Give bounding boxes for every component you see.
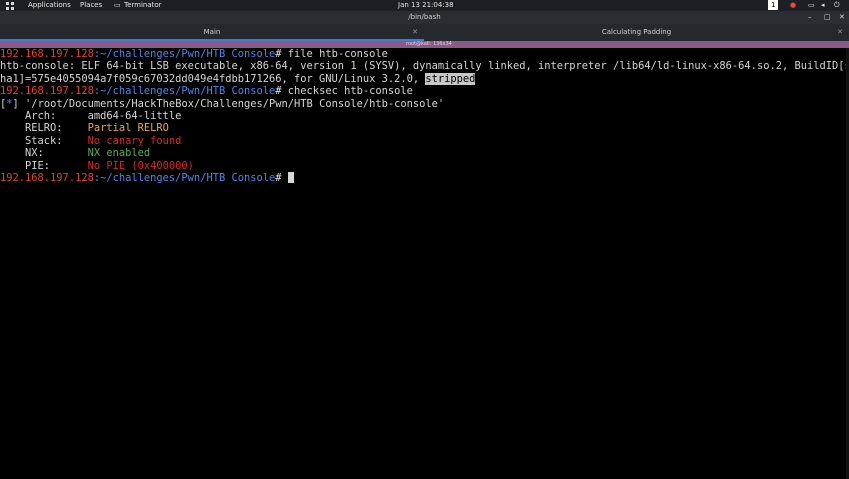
prompt-host: 192.168.197.128 xyxy=(0,48,94,60)
terminal-line: 192.168.197.128:~/challenges/Pwn/HTB Con… xyxy=(0,48,849,60)
tab-bar: Main ✕ Calculating Padding ✕ xyxy=(0,24,849,41)
terminal-app-menu[interactable]: Terminator xyxy=(124,1,162,10)
terminal-line: RELRO: Partial RELRO xyxy=(0,122,849,134)
terminal-line: 192.168.197.128:~/challenges/Pwn/HTB Con… xyxy=(0,85,849,97)
terminal-size-label: root@kali: 136x34 xyxy=(406,41,452,47)
tab-calculating-padding[interactable]: Calculating Padding ✕ xyxy=(424,24,849,41)
output-text: ha1]=575e4055094a7f059c67032dd049e4fdbb1… xyxy=(0,72,426,85)
pie-key: PIE: xyxy=(0,159,88,172)
stack-key: Stack: xyxy=(0,134,88,147)
relro-value: Partial RELRO xyxy=(87,122,169,135)
arch-value: amd64-64-little xyxy=(87,109,182,122)
relro-key: RELRO: xyxy=(0,122,88,135)
command-text: file htb-console xyxy=(281,48,388,60)
power-icon[interactable]: ⏻ xyxy=(834,1,840,10)
tab-main[interactable]: Main ✕ xyxy=(0,24,424,41)
minimize-icon[interactable]: – xyxy=(808,13,812,21)
terminal-line: PIE: No PIE (0x400000) xyxy=(0,160,849,172)
terminal-line: Arch: amd64-64-little xyxy=(0,110,849,122)
output-text: htb-console: ELF 64-bit LSB executable, … xyxy=(0,60,849,73)
terminal-line: ha1]=575e4055094a7f059c67032dd049e4fdbb1… xyxy=(0,72,849,85)
workspace-indicator[interactable]: 1 xyxy=(768,0,779,10)
close-icon[interactable]: ✕ xyxy=(839,13,845,21)
prompt-path: :~/challenges/Pwn/HTB Console xyxy=(93,85,276,98)
terminal-line: htb-console: ELF 64-bit LSB executable, … xyxy=(0,60,849,72)
window-title: /bin/bash xyxy=(408,13,441,21)
prompt-path: :~/challenges/Pwn/HTB Console xyxy=(93,48,276,60)
terminal-line: Stack: No canary found xyxy=(0,135,849,147)
maximize-icon[interactable]: □ xyxy=(824,13,831,21)
applications-menu[interactable]: Applications xyxy=(28,1,71,10)
tab-label: Main xyxy=(203,28,221,36)
window-titlebar: /bin/bash – □ ✕ xyxy=(0,11,849,24)
arch-key: Arch: xyxy=(0,109,88,122)
terminal-line: [*] '/root/Documents/HackTheBox/Challeng… xyxy=(0,98,849,110)
terminal-app-icon[interactable]: ▭ xyxy=(114,1,121,10)
command-text: checksec htb-console xyxy=(281,85,413,98)
places-menu[interactable]: Places xyxy=(80,1,102,10)
prompt-host: 192.168.197.128 xyxy=(0,85,94,98)
stripped-highlight: stripped xyxy=(425,72,476,85)
prompt-path: :~/challenges/Pwn/HTB Console xyxy=(93,171,276,184)
terminal-line: NX: NX enabled xyxy=(0,147,849,159)
terminal-cursor xyxy=(287,171,294,183)
terminal-line: 192.168.197.128:~/challenges/Pwn/HTB Con… xyxy=(0,171,849,184)
nx-key: NX: xyxy=(0,147,88,160)
terminal-title-strip: root@kali: 136x34 xyxy=(0,41,849,48)
display-icon[interactable]: ▭ xyxy=(808,1,815,10)
tab-close-icon[interactable]: ✕ xyxy=(837,28,843,36)
tab-label: Calculating Padding xyxy=(601,28,672,36)
status-icon[interactable]: ● xyxy=(790,1,796,10)
terminal-output[interactable]: 192.168.197.128:~/challenges/Pwn/HTB Con… xyxy=(0,48,849,479)
clock[interactable]: Jan 13 21:04:38 xyxy=(398,1,454,10)
stack-value: No canary found xyxy=(87,134,182,147)
tab-close-icon[interactable]: ✕ xyxy=(412,28,418,36)
prompt-host: 192.168.197.128 xyxy=(0,171,94,184)
volume-icon[interactable]: ◂ xyxy=(821,1,825,10)
checksec-path: '/root/Documents/HackTheBox/Challenges/P… xyxy=(18,97,445,110)
top-panel: Applications Places ▭ Terminator Jan 13 … xyxy=(0,0,849,11)
nx-value: NX enabled xyxy=(87,147,151,160)
pie-value: No PIE (0x400000) xyxy=(87,159,194,172)
apps-grid-icon[interactable] xyxy=(6,2,14,10)
